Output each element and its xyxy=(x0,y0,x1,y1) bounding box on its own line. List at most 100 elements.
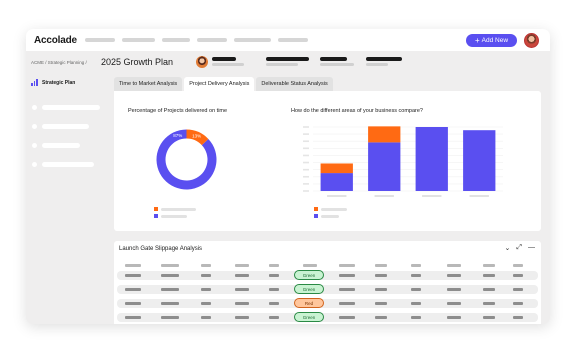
bar-segment-orange[interactable] xyxy=(368,126,401,143)
table-cell xyxy=(513,302,523,305)
header-field-value xyxy=(320,63,354,66)
user-avatar[interactable] xyxy=(524,33,539,48)
panel-controls: ⌄ ⤢ — xyxy=(505,244,535,252)
table-cell xyxy=(513,316,523,319)
top-navigation-bar: Accolade + Add New xyxy=(26,29,550,51)
column-header[interactable] xyxy=(447,264,461,267)
table-cell xyxy=(235,274,249,277)
donut-data-label: 87% xyxy=(173,133,182,138)
column-header[interactable] xyxy=(411,264,421,267)
table-cell xyxy=(513,274,523,277)
more-icon[interactable]: — xyxy=(528,244,535,252)
column-header[interactable] xyxy=(235,264,249,267)
table-cell xyxy=(483,274,495,277)
table-cell xyxy=(411,288,421,291)
sidebar-heading-label: Strategic Plan xyxy=(42,79,76,86)
bar-segment-blue[interactable] xyxy=(368,142,401,191)
bar-segment-blue[interactable] xyxy=(415,127,448,191)
owner-avatar[interactable] xyxy=(196,56,208,68)
y-tick-label xyxy=(303,133,309,135)
table-row[interactable]: Red xyxy=(117,298,538,308)
sidebar-item-dot xyxy=(32,123,37,129)
sidebar-item-strategic-plan[interactable]: Strategic Plan xyxy=(31,79,75,86)
owner-role xyxy=(212,63,244,66)
table-cell xyxy=(235,288,249,291)
tab-time-to-market[interactable]: Time to Market Analysis xyxy=(114,77,183,91)
legend-swatch-blue xyxy=(154,214,158,218)
breadcrumb[interactable]: ACME / Strategic Planning / xyxy=(31,60,87,65)
add-new-label: Add New xyxy=(481,37,509,44)
bar-segment-orange[interactable] xyxy=(320,163,353,174)
table-cell xyxy=(161,316,179,319)
column-header[interactable] xyxy=(125,264,141,267)
bar-segment-blue[interactable] xyxy=(320,173,353,191)
table-cell xyxy=(201,302,211,305)
column-header[interactable] xyxy=(375,264,387,267)
x-tick-label xyxy=(469,195,489,197)
table-cell xyxy=(125,302,141,305)
header-field-label xyxy=(320,57,347,61)
table-row[interactable]: Green xyxy=(117,312,538,322)
column-header[interactable] xyxy=(161,264,179,267)
table-cell xyxy=(447,288,461,291)
chevron-down-icon[interactable]: ⌄ xyxy=(505,244,511,252)
sidebar-item[interactable] xyxy=(32,123,89,129)
bar-segment-blue[interactable] xyxy=(463,130,496,191)
table-cell xyxy=(201,274,211,277)
nav-item[interactable] xyxy=(197,38,227,42)
nav-item[interactable] xyxy=(278,38,308,42)
nav-item[interactable] xyxy=(122,38,155,42)
table-cell xyxy=(483,302,495,305)
table-cell xyxy=(235,302,249,305)
x-tick-label xyxy=(327,195,347,197)
tab-deliverable-status[interactable]: Deliverable Status Analysis xyxy=(256,77,333,91)
nav-item[interactable] xyxy=(85,38,115,42)
tab-project-delivery[interactable]: Project Delivery Analysis xyxy=(184,77,255,91)
table-cell xyxy=(375,316,387,319)
sidebar-item-label xyxy=(42,104,100,110)
y-tick-label xyxy=(303,183,309,185)
table-cell xyxy=(375,274,387,277)
table-cell xyxy=(269,302,279,305)
column-header[interactable] xyxy=(269,264,279,267)
nav-item[interactable] xyxy=(234,38,271,42)
add-new-button[interactable]: + Add New xyxy=(466,34,517,47)
sidebar-item[interactable] xyxy=(32,142,80,148)
app-logo[interactable]: Accolade xyxy=(34,35,77,46)
legend-label xyxy=(321,215,339,218)
plus-icon: + xyxy=(474,35,480,45)
header-field-value xyxy=(366,63,388,66)
legend-label xyxy=(321,208,347,211)
sidebar-item[interactable] xyxy=(32,161,94,167)
sidebar-item[interactable] xyxy=(32,104,100,110)
table-cell xyxy=(125,274,141,277)
column-header[interactable] xyxy=(483,264,495,267)
table-cell xyxy=(339,274,355,277)
table-cell xyxy=(125,316,141,319)
nav-item[interactable] xyxy=(162,38,190,42)
page-header: ACME / Strategic Planning / 2025 Growth … xyxy=(26,51,550,73)
table-cell xyxy=(269,316,279,319)
column-header[interactable] xyxy=(303,264,317,267)
table-cell xyxy=(447,302,461,305)
legend-swatch-orange xyxy=(154,207,158,211)
legend-swatch-blue xyxy=(314,214,318,218)
y-tick-label xyxy=(303,126,309,128)
column-header[interactable] xyxy=(201,264,211,267)
charts-panel: Percentage of Projects delivered on time… xyxy=(114,91,541,231)
y-tick-label xyxy=(303,190,309,192)
table-row[interactable]: Green xyxy=(117,270,538,280)
table-row[interactable]: Green xyxy=(117,284,538,294)
bar-chart-title: How do the different areas of your busin… xyxy=(291,108,423,114)
page-title: 2025 Growth Plan xyxy=(101,57,174,67)
table-cell xyxy=(339,288,355,291)
legend-label xyxy=(161,215,187,218)
table-cell xyxy=(201,288,211,291)
expand-icon[interactable]: ⤢ xyxy=(516,244,522,252)
table-cell xyxy=(447,274,461,277)
y-tick-label xyxy=(303,175,309,178)
column-header[interactable] xyxy=(339,264,355,267)
y-tick-label xyxy=(303,147,309,150)
sidebar-item-label xyxy=(42,161,94,167)
column-header[interactable] xyxy=(513,264,523,267)
